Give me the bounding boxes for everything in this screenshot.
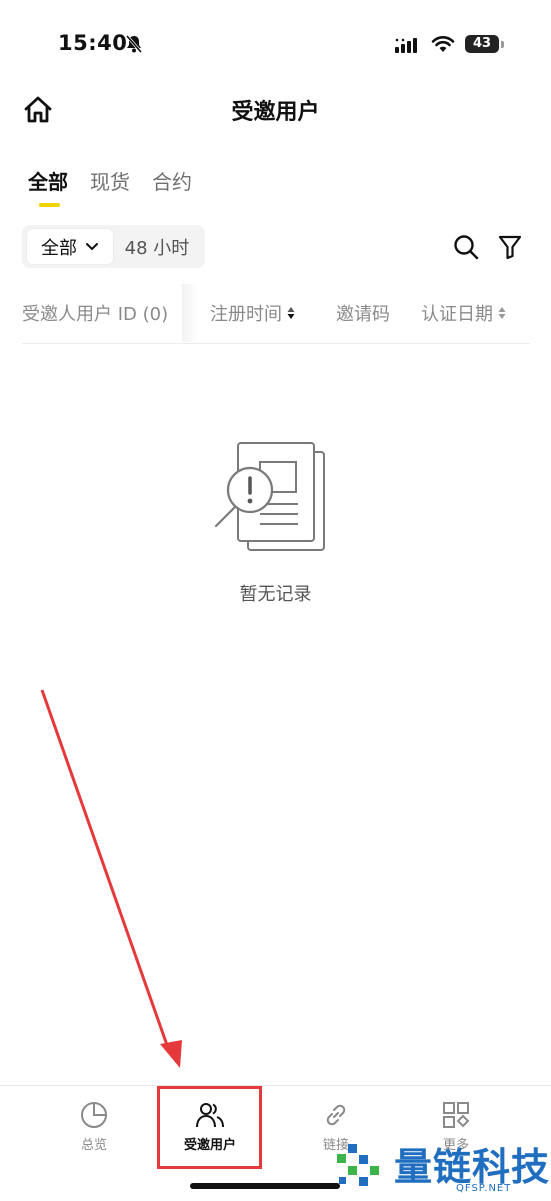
grid-icon xyxy=(443,1102,470,1128)
column-header-register-time-label: 注册时间 xyxy=(210,304,282,325)
column-header-register-time[interactable]: 注册时间 xyxy=(210,300,295,326)
tab-futures[interactable]: 合约 xyxy=(152,166,192,195)
home-indicator xyxy=(190,1183,340,1189)
watermark-logo-icon xyxy=(337,1144,379,1186)
scope-dropdown[interactable]: 全部 xyxy=(27,229,113,264)
battery-icon: 43 xyxy=(465,35,499,53)
column-header-verify-date-label: 认证日期 xyxy=(421,304,493,325)
time-range-option[interactable]: 48 小时 xyxy=(114,229,200,264)
status-time: 15:40 xyxy=(58,31,128,55)
nav-item-overview[interactable]: 总览 xyxy=(46,1100,142,1153)
page-title: 受邀用户 xyxy=(231,100,320,125)
signal-icon xyxy=(395,38,417,53)
scope-dropdown-value: 全部 xyxy=(41,237,77,259)
filter-icon[interactable] xyxy=(498,234,522,260)
wifi-icon xyxy=(431,36,455,52)
tab-all[interactable]: 全部 xyxy=(28,166,68,195)
tab-spot[interactable]: 现货 xyxy=(90,166,130,195)
bell-slash-icon xyxy=(125,35,143,53)
tab-active-indicator xyxy=(39,203,60,207)
sort-icon xyxy=(498,307,506,319)
column-shadow-divider xyxy=(182,284,198,342)
sort-icon xyxy=(287,307,295,319)
link-icon xyxy=(326,1104,346,1126)
search-icon[interactable] xyxy=(453,234,479,260)
column-header-verify-date[interactable]: 认证日期 xyxy=(421,300,506,326)
empty-state-text: 暂无记录 xyxy=(239,584,312,605)
annotation-highlight-box xyxy=(157,1086,262,1169)
pie-chart-icon xyxy=(81,1102,107,1128)
table-header-divider xyxy=(22,343,530,344)
battery-nub xyxy=(501,41,504,48)
column-header-invite-code: 邀请码 xyxy=(336,304,390,325)
chevron-down-icon xyxy=(86,242,98,250)
tab-bar: 全部 现货 合约 xyxy=(28,166,192,195)
nav-label-overview: 总览 xyxy=(80,1138,107,1153)
empty-document-icon xyxy=(214,442,325,551)
column-header-invitee-id: 受邀人用户 ID (0) xyxy=(22,304,169,325)
watermark-subtext: QFSP.NET xyxy=(456,1183,512,1194)
